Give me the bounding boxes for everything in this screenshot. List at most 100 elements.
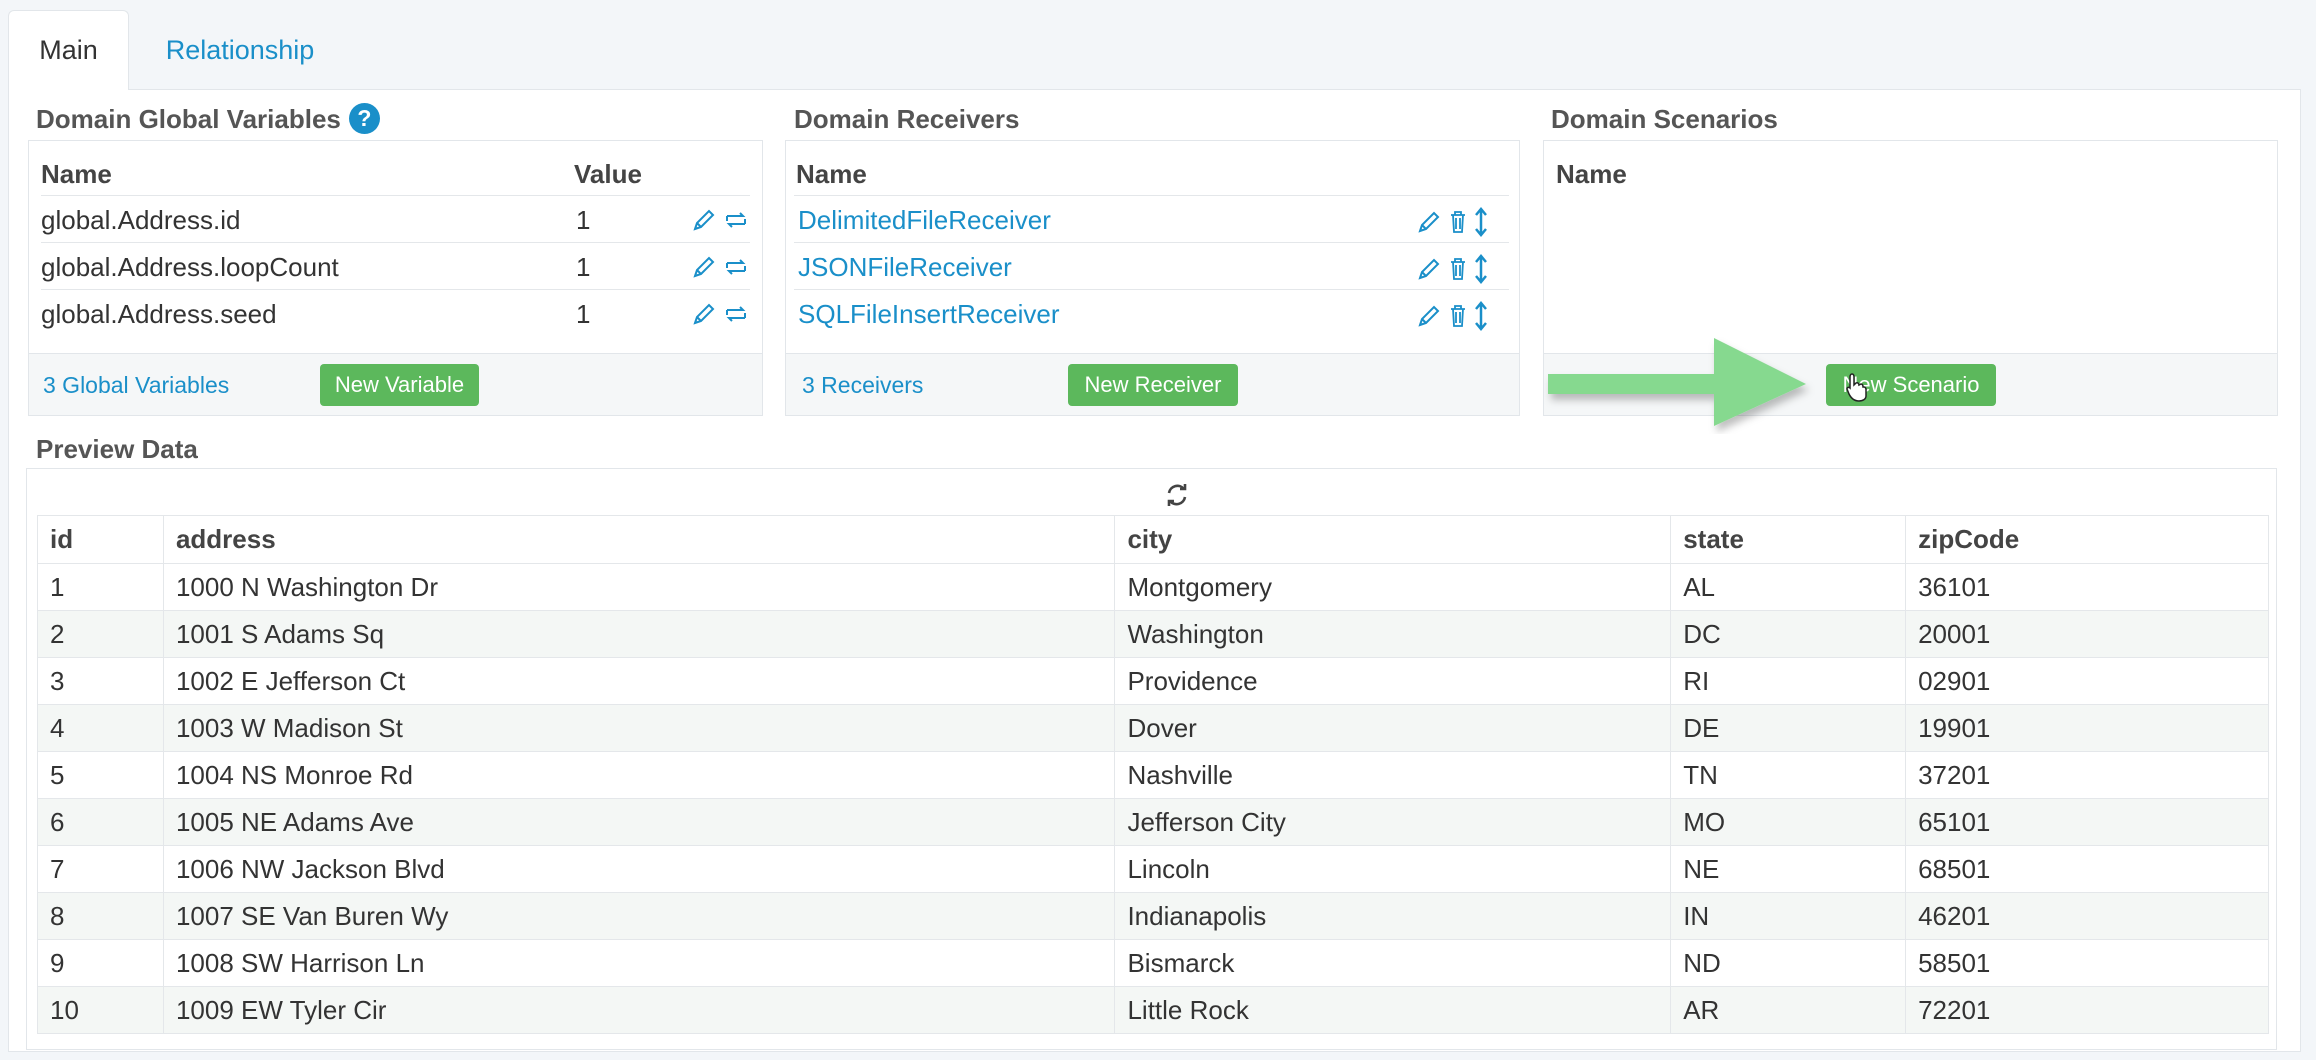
table-cell: DE [1670, 704, 1907, 752]
preview-table: id address city state zipCode 1 1000 N Wa… [37, 515, 2269, 1034]
refresh-icon[interactable] [1164, 482, 1190, 513]
table-row: 6 1005 NE Adams Ave Jefferson City MO 65101 [37, 798, 2269, 846]
table-row: 5 1004 NS Monroe Rd Nashville TN 37201 [37, 751, 2269, 799]
column-header[interactable]: id [37, 515, 164, 564]
table-cell: 1009 EW Tyler Cir [162, 986, 1116, 1034]
table-cell: 10 [37, 986, 164, 1034]
receiver-link[interactable]: DelimitedFileReceiver [798, 205, 1051, 236]
divider [794, 195, 1509, 196]
table-cell: 4 [37, 704, 164, 752]
divider [41, 195, 750, 196]
global-variables-box: Name Value global.Address.id 1 global.Ad… [28, 140, 763, 416]
divider [41, 242, 750, 243]
column-header[interactable]: address [162, 515, 1116, 564]
gv-col-value: Value [574, 159, 642, 189]
pencil-icon[interactable] [1416, 256, 1442, 282]
gv-row-value: 1 [576, 299, 591, 329]
pencil-icon[interactable] [691, 254, 717, 280]
receiver-link[interactable]: JSONFileReceiver [798, 252, 1012, 283]
divider [41, 289, 750, 290]
table-cell: 1 [37, 563, 164, 611]
receivers-count-link[interactable]: 3 Receivers [802, 372, 923, 399]
table-cell: 20001 [1905, 610, 2269, 658]
pencil-icon[interactable] [691, 207, 717, 233]
rc-footer: 3 Receivers New Receiver [786, 353, 1519, 415]
table-cell: 1007 SE Van Buren Wy [162, 892, 1116, 940]
sc-col-name: Name [1556, 159, 1627, 189]
new-receiver-button[interactable]: New Receiver [1068, 364, 1238, 406]
trash-icon[interactable] [1448, 303, 1468, 329]
table-cell: 36101 [1905, 563, 2269, 611]
table-cell: ND [1670, 939, 1907, 987]
table-cell: 1005 NE Adams Ave [162, 798, 1116, 846]
table-cell: IN [1670, 892, 1907, 940]
gv-row-name: global.Address.seed [41, 299, 277, 329]
scenarios-title: Domain Scenarios [1551, 104, 1778, 134]
tab-relationship[interactable]: Relationship [150, 10, 330, 90]
gv-row-name: global.Address.id [41, 205, 241, 235]
gv-row-actions [691, 207, 749, 233]
table-cell: 3 [37, 657, 164, 705]
cursor-icon [1845, 372, 1869, 407]
table-cell: Nashville [1114, 751, 1672, 799]
receiver-link[interactable]: SQLFileInsertReceiver [798, 299, 1060, 330]
table-cell: 68501 [1905, 845, 2269, 893]
table-cell: 02901 [1905, 657, 2269, 705]
column-header[interactable]: zipCode [1905, 515, 2269, 564]
table-cell: 9 [37, 939, 164, 987]
table-cell: DC [1670, 610, 1907, 658]
global-variables-count-link[interactable]: 3 Global Variables [43, 372, 229, 399]
table-cell: 46201 [1905, 892, 2269, 940]
trash-icon[interactable] [1448, 209, 1468, 235]
reorder-icon[interactable] [1474, 301, 1488, 331]
rc-col-name: Name [796, 159, 867, 189]
rc-row-actions [1416, 207, 1488, 237]
table-header-row: id address city state zipCode [37, 515, 2269, 564]
table-row: 7 1006 NW Jackson Blvd Lincoln NE 68501 [37, 845, 2269, 893]
divider [794, 289, 1509, 290]
reorder-icon[interactable] [1474, 207, 1488, 237]
column-header[interactable]: city [1114, 515, 1672, 564]
table-row: 8 1007 SE Van Buren Wy Indianapolis IN 46201 [37, 892, 2269, 940]
table-cell: 6 [37, 798, 164, 846]
help-icon[interactable]: ? [348, 102, 380, 134]
pencil-icon[interactable] [691, 301, 717, 327]
table-cell: Bismarck [1114, 939, 1672, 987]
swap-icon[interactable] [723, 301, 749, 327]
table-row: 1 1000 N Washington Dr Montgomery AL 36101 [37, 563, 2269, 611]
gv-row-actions [691, 254, 749, 280]
rc-row-actions [1416, 254, 1488, 284]
table-row: 10 1009 EW Tyler Cir Little Rock AR 72201 [37, 986, 2269, 1034]
reorder-icon[interactable] [1474, 254, 1488, 284]
table-row: 4 1003 W Madison St Dover DE 19901 [37, 704, 2269, 752]
gv-footer: 3 Global Variables New Variable [29, 353, 762, 415]
table-cell: RI [1670, 657, 1907, 705]
table-row: 3 1002 E Jefferson Ct Providence RI 02901 [37, 657, 2269, 705]
swap-icon[interactable] [723, 207, 749, 233]
gv-row-actions [691, 301, 749, 327]
column-header[interactable]: state [1670, 515, 1907, 564]
table-cell: 72201 [1905, 986, 2269, 1034]
swap-icon[interactable] [723, 254, 749, 280]
trash-icon[interactable] [1448, 256, 1468, 282]
global-variables-title-text: Domain Global Variables [36, 104, 341, 134]
tab-main[interactable]: Main [8, 10, 129, 90]
table-cell: Little Rock [1114, 986, 1672, 1034]
pencil-icon[interactable] [1416, 209, 1442, 235]
table-cell: Providence [1114, 657, 1672, 705]
receivers-title: Domain Receivers [794, 104, 1020, 134]
table-cell: 1004 NS Monroe Rd [162, 751, 1116, 799]
table-cell: 19901 [1905, 704, 2269, 752]
table-cell: MO [1670, 798, 1907, 846]
table-cell: NE [1670, 845, 1907, 893]
table-cell: 1003 W Madison St [162, 704, 1116, 752]
arrow-pointer [1544, 334, 1834, 439]
table-cell: 37201 [1905, 751, 2269, 799]
table-cell: Montgomery [1114, 563, 1672, 611]
pencil-icon[interactable] [1416, 303, 1442, 329]
gv-col-name: Name [41, 159, 112, 189]
new-variable-button[interactable]: New Variable [320, 364, 479, 406]
table-cell: 1008 SW Harrison Ln [162, 939, 1116, 987]
table-cell: 8 [37, 892, 164, 940]
table-cell: 1001 S Adams Sq [162, 610, 1116, 658]
